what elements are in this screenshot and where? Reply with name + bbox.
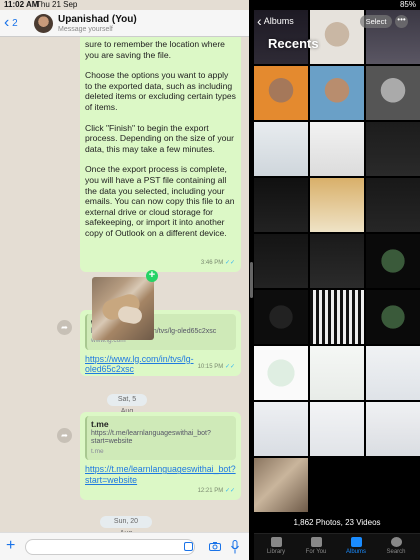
photo-thumbnail[interactable]	[310, 178, 364, 232]
search-icon	[390, 537, 402, 547]
message-link[interactable]: https://t.me/learnlanguageswithai_bot?st…	[85, 464, 236, 485]
sticker-icon[interactable]	[184, 542, 193, 551]
tab-search[interactable]: Search	[378, 537, 414, 555]
status-date: Thu 21 Sep	[36, 0, 78, 9]
chat-header: ‹ 2 Upanishad (You) Message yourself	[0, 10, 249, 37]
date-separator: Sun, 20 Aug	[100, 516, 152, 537]
status-battery: 85%	[399, 0, 416, 9]
attach-plus-icon[interactable]: +	[6, 538, 15, 554]
select-button[interactable]: Select	[360, 15, 392, 28]
photos-pane: 85% ‹ Albums Select ••• Recents 1,862 Ph…	[254, 0, 420, 560]
albums-back-button[interactable]: ‹ Albums	[257, 14, 294, 28]
photo-thumbnail[interactable]	[254, 122, 308, 176]
photo-thumbnail[interactable]	[310, 290, 364, 344]
photo-thumbnail[interactable]	[366, 234, 420, 288]
split-handle[interactable]	[250, 262, 253, 298]
preview-title: t.me	[91, 419, 109, 429]
read-ticks-icon: ✓✓	[224, 260, 235, 267]
unread-count: 2	[12, 18, 18, 29]
forward-icon[interactable]: ➦	[57, 320, 72, 335]
date-separator: Sat, 5 Aug	[107, 394, 147, 415]
tab-for-you[interactable]: For You	[298, 537, 334, 555]
photo-thumbnail[interactable]	[254, 458, 308, 512]
message-bubble[interactable]: sure to remember the location where you …	[80, 37, 241, 272]
contact-subtitle: Message yourself	[58, 26, 113, 33]
photo-thumbnail[interactable]	[366, 178, 420, 232]
photo-thumbnail[interactable]	[310, 122, 364, 176]
dragged-photo-thumbnail[interactable]	[92, 277, 154, 340]
message-text: sure to remember the location where you …	[85, 39, 225, 60]
message-input[interactable]	[25, 539, 195, 555]
photo-thumbnail[interactable]	[254, 402, 308, 456]
read-ticks-icon: ✓✓	[224, 364, 235, 371]
preview-description: https://t.me/learnlanguageswithai_bot?st…	[91, 429, 211, 446]
add-icon: +	[146, 270, 158, 282]
photo-thumbnail[interactable]	[310, 346, 364, 400]
forward-icon[interactable]: ➦	[57, 428, 72, 443]
photo-thumbnail[interactable]	[254, 234, 308, 288]
photo-grid	[254, 10, 420, 512]
for-you-icon	[310, 537, 322, 547]
message-time: 3:46 PM ✓✓	[200, 260, 235, 267]
photo-thumbnail[interactable]	[366, 402, 420, 456]
photo-thumbnail[interactable]	[254, 66, 308, 120]
contact-name[interactable]: Upanishad (You)	[58, 14, 137, 25]
chevron-left-icon: ‹	[4, 14, 10, 31]
camera-icon[interactable]	[209, 542, 221, 551]
photo-count: 1,862 Photos, 23 Videos	[293, 518, 381, 527]
link-preview[interactable]: t.me https://t.me/learnlanguageswithai_b…	[85, 416, 236, 461]
photo-thumbnail[interactable]	[366, 290, 420, 344]
status-time: 11:02 AM	[4, 0, 39, 9]
photo-thumbnail[interactable]	[366, 122, 420, 176]
photo-thumbnail[interactable]	[310, 234, 364, 288]
message-text: Once the export process is complete, you…	[85, 164, 235, 238]
photo-thumbnail[interactable]	[254, 178, 308, 232]
message-text: Choose the options you want to apply to …	[85, 70, 236, 112]
message-time: 10:15 PM ✓✓	[197, 364, 235, 371]
chevron-left-icon: ‹	[257, 13, 262, 29]
photo-thumbnail[interactable]	[310, 402, 364, 456]
whatsapp-pane: 11:02 AM Thu 21 Sep ‹ 2 Upanishad (You) …	[0, 0, 249, 560]
more-icon[interactable]: •••	[395, 15, 408, 28]
avatar[interactable]	[34, 14, 53, 33]
photo-thumbnail[interactable]	[366, 66, 420, 120]
message-bubble[interactable]: t.me https://t.me/learnlanguageswithai_b…	[80, 412, 241, 500]
album-title: Recents	[268, 36, 319, 51]
tab-albums[interactable]: Albums	[338, 537, 374, 555]
preview-domain: t.me	[91, 447, 104, 455]
back-button[interactable]: ‹ 2	[4, 15, 26, 33]
photos-tab-bar: Library For You Albums Search	[254, 533, 420, 560]
tab-library[interactable]: Library	[258, 537, 294, 555]
photo-thumbnail[interactable]	[254, 346, 308, 400]
read-ticks-icon: ✓✓	[224, 488, 235, 495]
library-icon	[270, 537, 282, 547]
photo-thumbnail[interactable]	[366, 346, 420, 400]
microphone-icon[interactable]	[231, 540, 239, 554]
photo-thumbnail[interactable]	[310, 66, 364, 120]
message-text: Click "Finish" to begin the export proce…	[85, 122, 235, 154]
albums-icon	[350, 537, 362, 547]
message-time: 12:21 PM ✓✓	[197, 488, 235, 495]
message-input-bar: +	[0, 532, 249, 560]
photo-thumbnail[interactable]	[254, 290, 308, 344]
